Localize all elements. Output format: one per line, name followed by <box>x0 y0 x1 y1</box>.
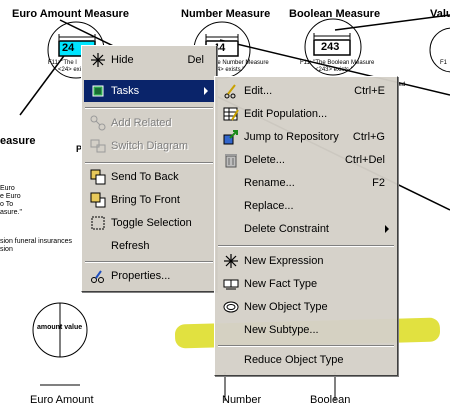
left-note-3: o To <box>0 201 14 208</box>
euro-value-text: 24 <box>62 42 75 54</box>
menu-separator <box>85 261 213 263</box>
euro-caption-1: F11: "The l <box>48 60 77 66</box>
replace-label: Replace... <box>244 200 294 212</box>
left-measure-label: easure <box>0 135 36 147</box>
rename-shortcut: F2 <box>372 177 385 189</box>
delete-label: Delete... <box>244 154 285 166</box>
menu-item-hide[interactable]: Hide Del <box>84 49 214 71</box>
right-caption: F1 <box>440 60 448 66</box>
header-number-measure: Number Measure <box>181 8 271 20</box>
submenu-item-delete[interactable]: Delete... Ctrl+Del <box>217 149 395 171</box>
bring-to-front-label: Bring To Front <box>111 194 180 206</box>
switch-diagram-icon <box>90 138 106 154</box>
bottom-boolean: Boolean <box>310 394 351 406</box>
bottom-number: Number <box>222 394 262 406</box>
menu-item-toggle-selection[interactable]: Toggle Selection <box>84 212 214 234</box>
submenu-item-new-expression[interactable]: New Expression <box>217 250 395 272</box>
menu-item-bring-to-front[interactable]: Bring To Front <box>84 189 214 211</box>
menu-item-switch-diagram[interactable]: Switch Diagram <box>84 135 214 157</box>
tasks-submenu: Edit... Ctrl+E Edit Population... Jump t… <box>214 76 398 376</box>
jump-to-repository-shortcut: Ctrl+G <box>352 131 385 143</box>
menu-item-properties[interactable]: Properties... <box>84 265 214 287</box>
edit-population-label: Edit Population... <box>244 108 328 120</box>
submenu-item-replace[interactable]: Replace... <box>217 195 395 217</box>
context-menu: Hide Del Tasks Add Related Switch Diagra… <box>81 45 217 292</box>
right-caption-2: ted <box>397 82 406 88</box>
boolean-value-text: 243 <box>321 41 340 53</box>
euro-caption-2: <24> exi <box>58 67 82 73</box>
new-fact-type-label: New Fact Type <box>244 278 318 290</box>
edit-icon <box>223 83 239 99</box>
left-note-2: e Euro <box>0 193 21 200</box>
bottom-euro-amount: Euro Amount <box>30 394 94 406</box>
submenu-arrow-icon <box>385 225 389 233</box>
trash-icon <box>223 152 239 168</box>
jump-to-repository-icon <box>223 129 239 145</box>
add-related-icon <box>90 115 106 131</box>
boolean-caption-1: F11: "The Boolean Measure <box>300 60 375 66</box>
submenu-item-new-object-type[interactable]: New Object Type <box>217 296 395 318</box>
submenu-item-reduce-object-type[interactable]: Reduce Object Type <box>217 349 395 371</box>
switch-diagram-label: Switch Diagram <box>111 140 189 152</box>
toggle-selection-label: Toggle Selection <box>111 217 192 229</box>
send-to-back-icon <box>90 169 106 185</box>
refresh-label: Refresh <box>111 240 150 252</box>
delete-shortcut: Ctrl+Del <box>344 154 385 166</box>
submenu-item-rename[interactable]: Rename... F2 <box>217 172 395 194</box>
toggle-selection-icon <box>90 215 106 231</box>
send-to-back-label: Send To Back <box>111 171 179 183</box>
header-euro-amount-measure: Euro Amount Measure <box>12 8 129 20</box>
menu-separator <box>85 162 213 164</box>
properties-icon <box>90 268 106 284</box>
left-note-4: asure." <box>0 209 22 216</box>
rename-label: Rename... <box>244 177 295 189</box>
menu-separator <box>85 107 213 109</box>
submenu-item-new-subtype[interactable]: New Subtype... <box>217 319 395 341</box>
edit-shortcut: Ctrl+E <box>354 85 385 97</box>
menu-separator <box>218 245 394 247</box>
amount-value-label: amount value <box>37 324 83 331</box>
submenu-item-jump-to-repository[interactable]: Jump to Repository Ctrl+G <box>217 126 395 148</box>
header-value-partial: Valu <box>430 8 450 20</box>
left-note-5: sion funeral insurances <box>0 238 72 245</box>
tasks-icon <box>90 83 106 99</box>
hide-icon <box>90 52 106 68</box>
bring-to-front-icon <box>90 192 106 208</box>
menu-item-add-related[interactable]: Add Related <box>84 112 214 134</box>
delete-constraint-label: Delete Constraint <box>244 223 329 235</box>
submenu-item-new-fact-type[interactable]: New Fact Type <box>217 273 395 295</box>
new-object-type-icon <box>223 299 239 315</box>
reduce-object-type-label: Reduce Object Type <box>244 354 344 366</box>
tasks-label: Tasks <box>111 85 140 97</box>
boolean-caption-2: <243> exists." <box>315 67 353 73</box>
menu-item-refresh[interactable]: Refresh <box>84 235 214 257</box>
hide-shortcut: Del <box>187 54 204 66</box>
menu-item-tasks[interactable]: Tasks <box>84 80 214 102</box>
submenu-item-delete-constraint[interactable]: Delete Constraint <box>217 218 395 240</box>
new-fact-type-icon <box>223 276 239 292</box>
new-expression-icon <box>223 253 239 269</box>
submenu-item-edit-population[interactable]: Edit Population... <box>217 103 395 125</box>
hide-label: Hide <box>111 54 134 66</box>
new-object-type-label: New Object Type <box>244 301 328 313</box>
properties-label: Properties... <box>111 270 171 282</box>
submenu-arrow-icon <box>204 87 208 95</box>
add-related-label: Add Related <box>111 117 172 129</box>
new-subtype-label: New Subtype... <box>244 324 319 336</box>
menu-separator <box>218 345 394 347</box>
left-note-6: sion <box>0 246 13 253</box>
menu-item-send-to-back[interactable]: Send To Back <box>84 166 214 188</box>
edit-label: Edit... <box>244 85 273 97</box>
new-expression-label: New Expression <box>244 255 324 267</box>
submenu-item-edit[interactable]: Edit... Ctrl+E <box>217 80 395 102</box>
header-boolean-measure: Boolean Measure <box>289 8 381 20</box>
edit-population-icon <box>223 106 239 122</box>
left-note-1: Euro <box>0 185 15 192</box>
jump-to-repository-label: Jump to Repository <box>244 131 339 143</box>
